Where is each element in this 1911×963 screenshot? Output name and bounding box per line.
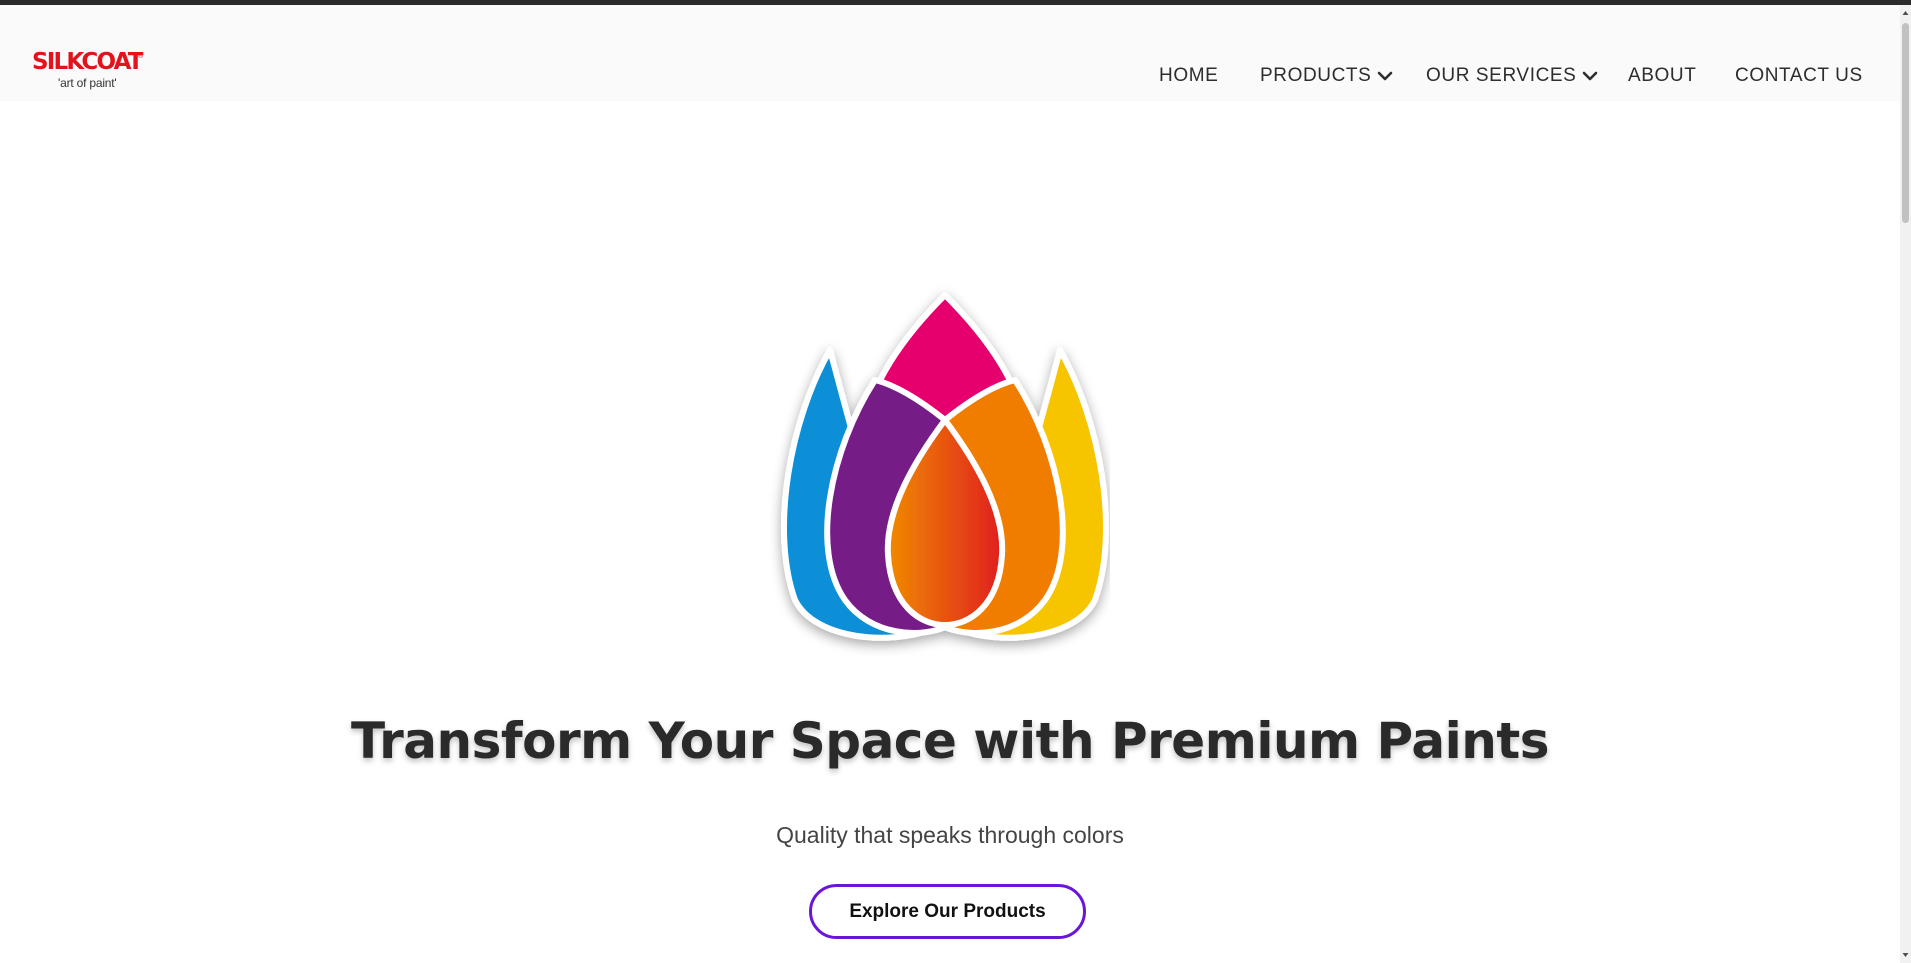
nav-home[interactable]: HOME <box>1159 65 1218 87</box>
main-nav: HOME PRODUCTS OUR SERVICES ABOUT CONTACT… <box>0 65 1900 89</box>
scroll-up-arrow-icon[interactable] <box>1902 9 1909 17</box>
chevron-down-icon <box>1583 71 1598 81</box>
registered-mark: ® <box>138 53 144 60</box>
nav-contact-us[interactable]: CONTACT US <box>1735 65 1863 87</box>
hero-headline: Transform Your Space with Premium Paints <box>351 712 1550 770</box>
site-header: SILKCOAT ® 'art of paint' HOME PRODUCTS … <box>0 5 1900 101</box>
nav-our-services-label: OUR SERVICES <box>1426 65 1577 86</box>
page-scrollbar[interactable] <box>1900 5 1911 963</box>
nav-home-label: HOME <box>1159 65 1219 86</box>
scrollbar-thumb[interactable] <box>1902 23 1909 223</box>
explore-products-button[interactable]: Explore Our Products <box>809 884 1086 939</box>
nav-about[interactable]: ABOUT <box>1628 65 1696 87</box>
nav-products[interactable]: PRODUCTS <box>1260 65 1393 87</box>
nav-contact-us-label: CONTACT US <box>1735 65 1863 86</box>
nav-about-label: ABOUT <box>1628 65 1697 86</box>
paint-petal-logo-icon <box>780 292 1110 641</box>
chevron-down-icon <box>1378 71 1393 81</box>
nav-products-label: PRODUCTS <box>1260 65 1372 86</box>
hero-subheadline: Quality that speaks through colors <box>776 822 1124 848</box>
nav-our-services[interactable]: OUR SERVICES <box>1426 65 1598 87</box>
scroll-down-arrow-icon[interactable] <box>1902 951 1909 959</box>
